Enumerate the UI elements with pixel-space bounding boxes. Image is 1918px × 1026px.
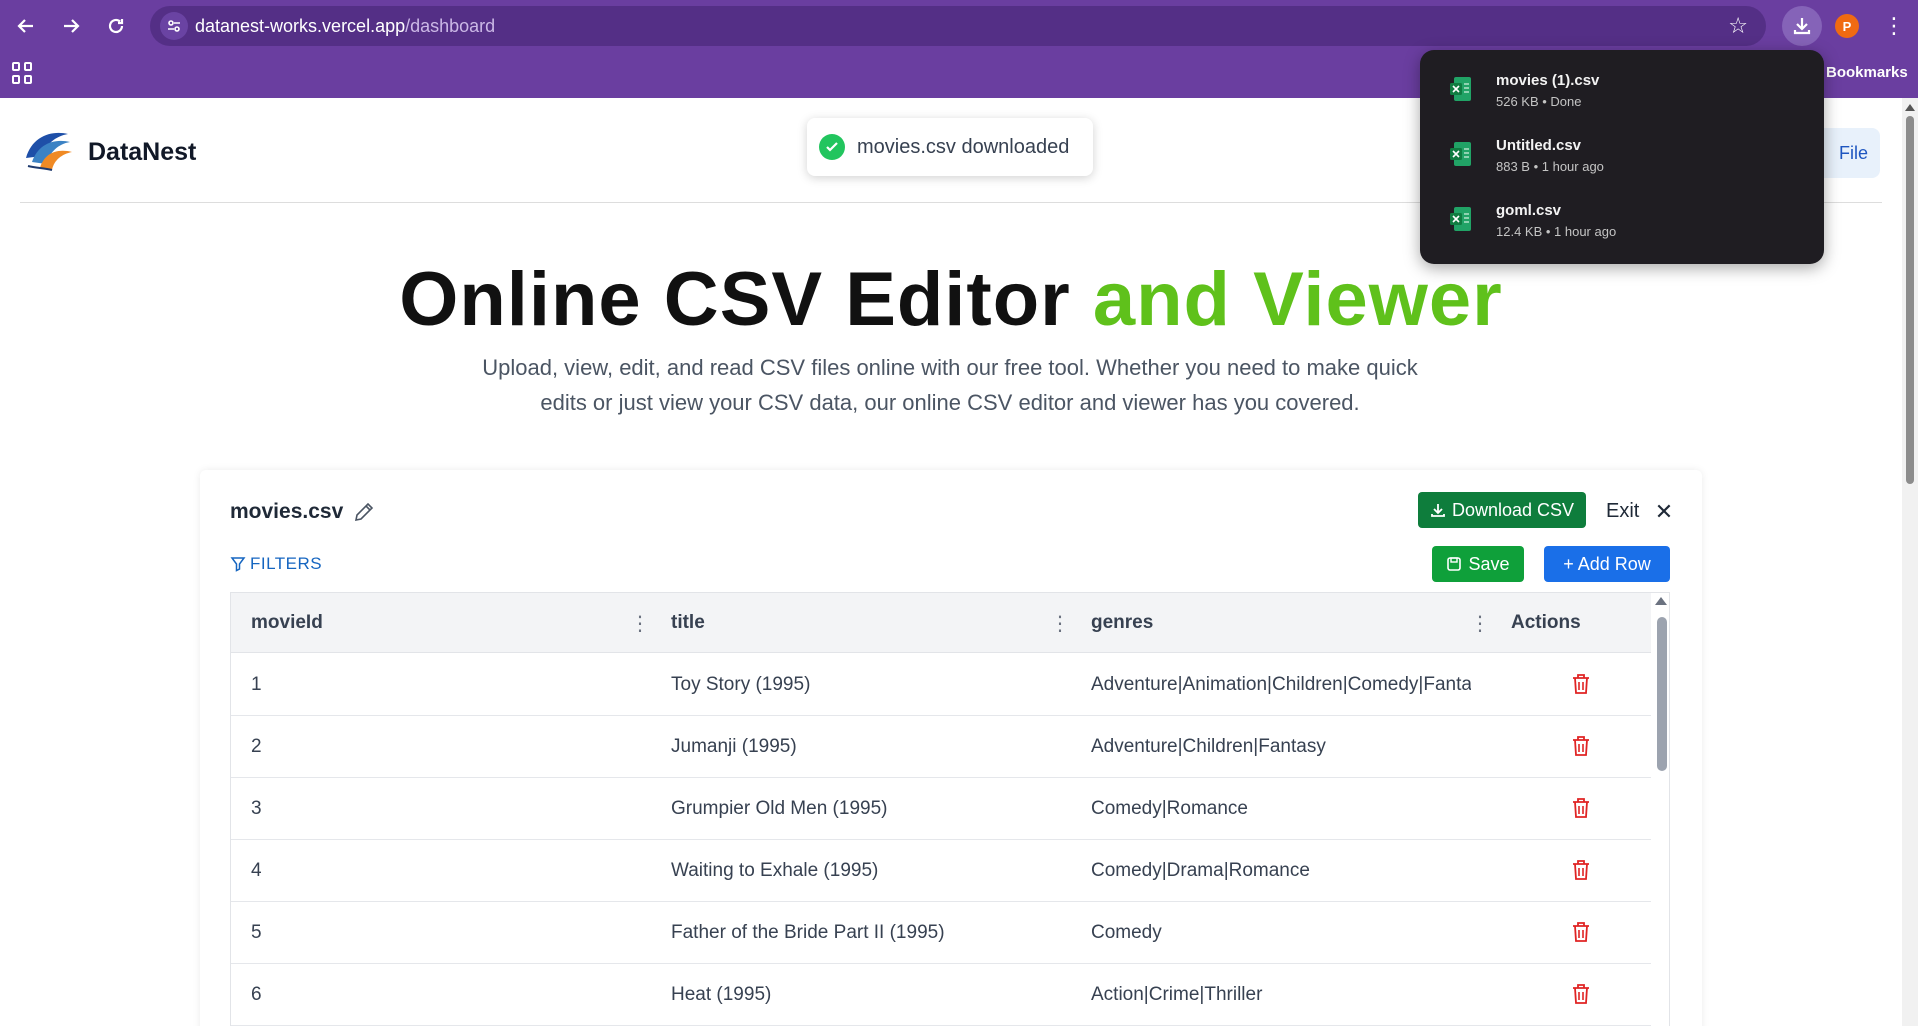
edit-filename-pencil-icon[interactable] (352, 500, 376, 524)
add-row-button[interactable]: + Add Row (1544, 546, 1670, 582)
delete-row-trash-icon[interactable] (1567, 732, 1595, 760)
column-header-title[interactable]: title (671, 593, 705, 653)
page-scrollbar[interactable] (1902, 98, 1918, 1026)
column-menu-icon[interactable]: ⋮ (1050, 611, 1070, 635)
table-row[interactable]: 4 Waiting to Exhale (1995) Comedy|Drama|Ro… (231, 840, 1651, 902)
download-file-meta: 12.4 KB • 1 hour ago (1496, 224, 1617, 239)
cell-genres[interactable]: Action|Crime|Thriller (1091, 964, 1471, 1025)
column-menu-icon[interactable]: ⋮ (1470, 611, 1490, 635)
cell-movieid[interactable]: 6 (251, 964, 631, 1025)
bookmark-star-icon[interactable]: ☆ (1728, 13, 1748, 39)
cell-genres[interactable]: Comedy|Drama|Romance (1091, 840, 1471, 901)
excel-file-icon (1450, 142, 1471, 166)
close-icon[interactable]: ✕ (1652, 499, 1676, 524)
download-file-name: movies (1).csv (1496, 72, 1600, 89)
download-toast: movies.csv downloaded (807, 118, 1093, 176)
download-item[interactable]: goml.csv 12.4 KB • 1 hour ago (1420, 190, 1824, 250)
browser-menu-icon[interactable]: ⋮ (1880, 12, 1908, 40)
downloads-button[interactable] (1782, 6, 1822, 46)
address-bar[interactable]: datanest-works.vercel.app/dashboard ☆ (150, 6, 1766, 46)
url-host: datanest-works.vercel.app (195, 16, 406, 36)
data-grid: movieId ⋮ title ⋮ genres ⋮ Actions 1 Toy … (230, 592, 1670, 1026)
download-csv-label: Download CSV (1451, 499, 1575, 520)
brand-name[interactable]: DataNest (88, 138, 196, 167)
url-text[interactable]: datanest-works.vercel.app/dashboard (195, 16, 495, 37)
delete-row-trash-icon[interactable] (1567, 670, 1595, 698)
column-header-movieid[interactable]: movieId (251, 593, 323, 653)
download-item[interactable]: Untitled.csv 883 B • 1 hour ago (1420, 125, 1824, 185)
cell-title[interactable]: Jumanji (1995) (671, 716, 1051, 777)
grid-scrollbar[interactable] (1653, 593, 1669, 1026)
download-icon (1431, 504, 1445, 517)
table-row[interactable]: 1 Toy Story (1995) Adventure|Animation|Chi… (231, 654, 1651, 716)
profile-avatar[interactable]: P (1835, 14, 1859, 38)
scroll-up-arrow-icon[interactable] (1905, 104, 1915, 111)
cell-title[interactable]: Heat (1995) (671, 964, 1051, 1025)
table-row[interactable]: 5 Father of the Bride Part II (1995) Comed… (231, 902, 1651, 964)
filters-button[interactable]: FILTERS (230, 554, 322, 574)
hero-title-accent: and Viewer (1092, 257, 1503, 342)
success-check-icon (819, 134, 845, 160)
scroll-up-arrow-icon[interactable] (1655, 597, 1667, 605)
delete-row-trash-icon[interactable] (1567, 856, 1595, 884)
delete-row-trash-icon[interactable] (1567, 918, 1595, 946)
column-header-actions: Actions (1511, 612, 1581, 633)
forward-icon[interactable] (55, 10, 87, 42)
cell-movieid[interactable]: 3 (251, 778, 631, 839)
column-header-genres[interactable]: genres (1091, 593, 1153, 653)
save-icon (1447, 557, 1462, 571)
cell-genres[interactable]: Adventure|Children|Fantasy (1091, 716, 1471, 777)
hero-title-main: Online CSV Editor (399, 257, 1071, 342)
cell-title[interactable]: Toy Story (1995) (671, 654, 1051, 715)
cell-genres[interactable]: Comedy (1091, 902, 1471, 963)
download-file-meta: 883 B • 1 hour ago (1496, 159, 1604, 174)
table-row[interactable]: 3 Grumpier Old Men (1995) Comedy|Romance (231, 778, 1651, 840)
datanest-logo-icon (26, 132, 72, 171)
grid-header: movieId ⋮ title ⋮ genres ⋮ Actions (231, 593, 1651, 653)
cell-title[interactable]: Grumpier Old Men (1995) (671, 778, 1051, 839)
grid-rows: 1 Toy Story (1995) Adventure|Animation|Chi… (231, 654, 1651, 1026)
filters-label: FILTERS (250, 554, 323, 573)
save-button[interactable]: Save (1432, 546, 1524, 582)
table-row[interactable]: 6 Heat (1995) Action|Crime|Thriller (231, 964, 1651, 1026)
save-label: Save (1468, 553, 1510, 574)
cell-title[interactable]: Waiting to Exhale (1995) (671, 840, 1051, 901)
download-csv-button[interactable]: Download CSV (1418, 492, 1586, 528)
hero-title: Online CSV Editor and Viewer (0, 256, 1902, 343)
downloads-popup: movies (1).csv 526 KB • Done Untitled.csv 8… (1420, 50, 1824, 264)
hero-subtitle: Upload, view, edit, and read CSV files o… (482, 355, 1418, 415)
download-item[interactable]: movies (1).csv 526 KB • Done (1420, 60, 1824, 120)
site-settings-icon[interactable] (160, 12, 188, 40)
url-path: /dashboard (405, 16, 496, 36)
bookmarks-label[interactable]: Bookmarks (1826, 64, 1908, 81)
filter-icon (230, 557, 246, 572)
reload-icon[interactable] (100, 10, 132, 42)
download-file-meta: 526 KB • Done (1496, 94, 1582, 109)
cell-genres[interactable]: Comedy|Romance (1091, 778, 1471, 839)
cell-movieid[interactable]: 4 (251, 840, 631, 901)
cell-movieid[interactable]: 1 (251, 654, 631, 715)
csv-editor-card: movies.csv Download CSV Exit ✕ FILTERS S… (200, 470, 1702, 1026)
delete-row-trash-icon[interactable] (1567, 794, 1595, 822)
file-name: movies.csv (230, 500, 344, 523)
download-file-name: goml.csv (1496, 202, 1562, 219)
excel-file-icon (1450, 77, 1471, 101)
cell-genres[interactable]: Adventure|Animation|Children|Comedy|Fant… (1091, 654, 1471, 715)
excel-file-icon (1450, 207, 1471, 231)
grid-scroll-thumb[interactable] (1657, 617, 1667, 771)
page-scroll-thumb[interactable] (1906, 116, 1914, 484)
cell-title[interactable]: Father of the Bride Part II (1995) (671, 902, 1051, 963)
apps-grid-icon[interactable] (12, 62, 34, 84)
back-icon[interactable] (10, 10, 42, 42)
download-icon (1793, 18, 1811, 35)
column-menu-icon[interactable]: ⋮ (630, 611, 650, 635)
cell-movieid[interactable]: 5 (251, 902, 631, 963)
download-file-name: Untitled.csv (1496, 137, 1582, 154)
cell-movieid[interactable]: 2 (251, 716, 631, 777)
delete-row-trash-icon[interactable] (1567, 980, 1595, 1008)
toast-message: movies.csv downloaded (857, 135, 1070, 158)
exit-button[interactable]: Exit (1606, 500, 1639, 523)
table-row[interactable]: 2 Jumanji (1995) Adventure|Children|Fantas… (231, 716, 1651, 778)
browser-toolbar: datanest-works.vercel.app/dashboard ☆ P … (0, 0, 1918, 52)
